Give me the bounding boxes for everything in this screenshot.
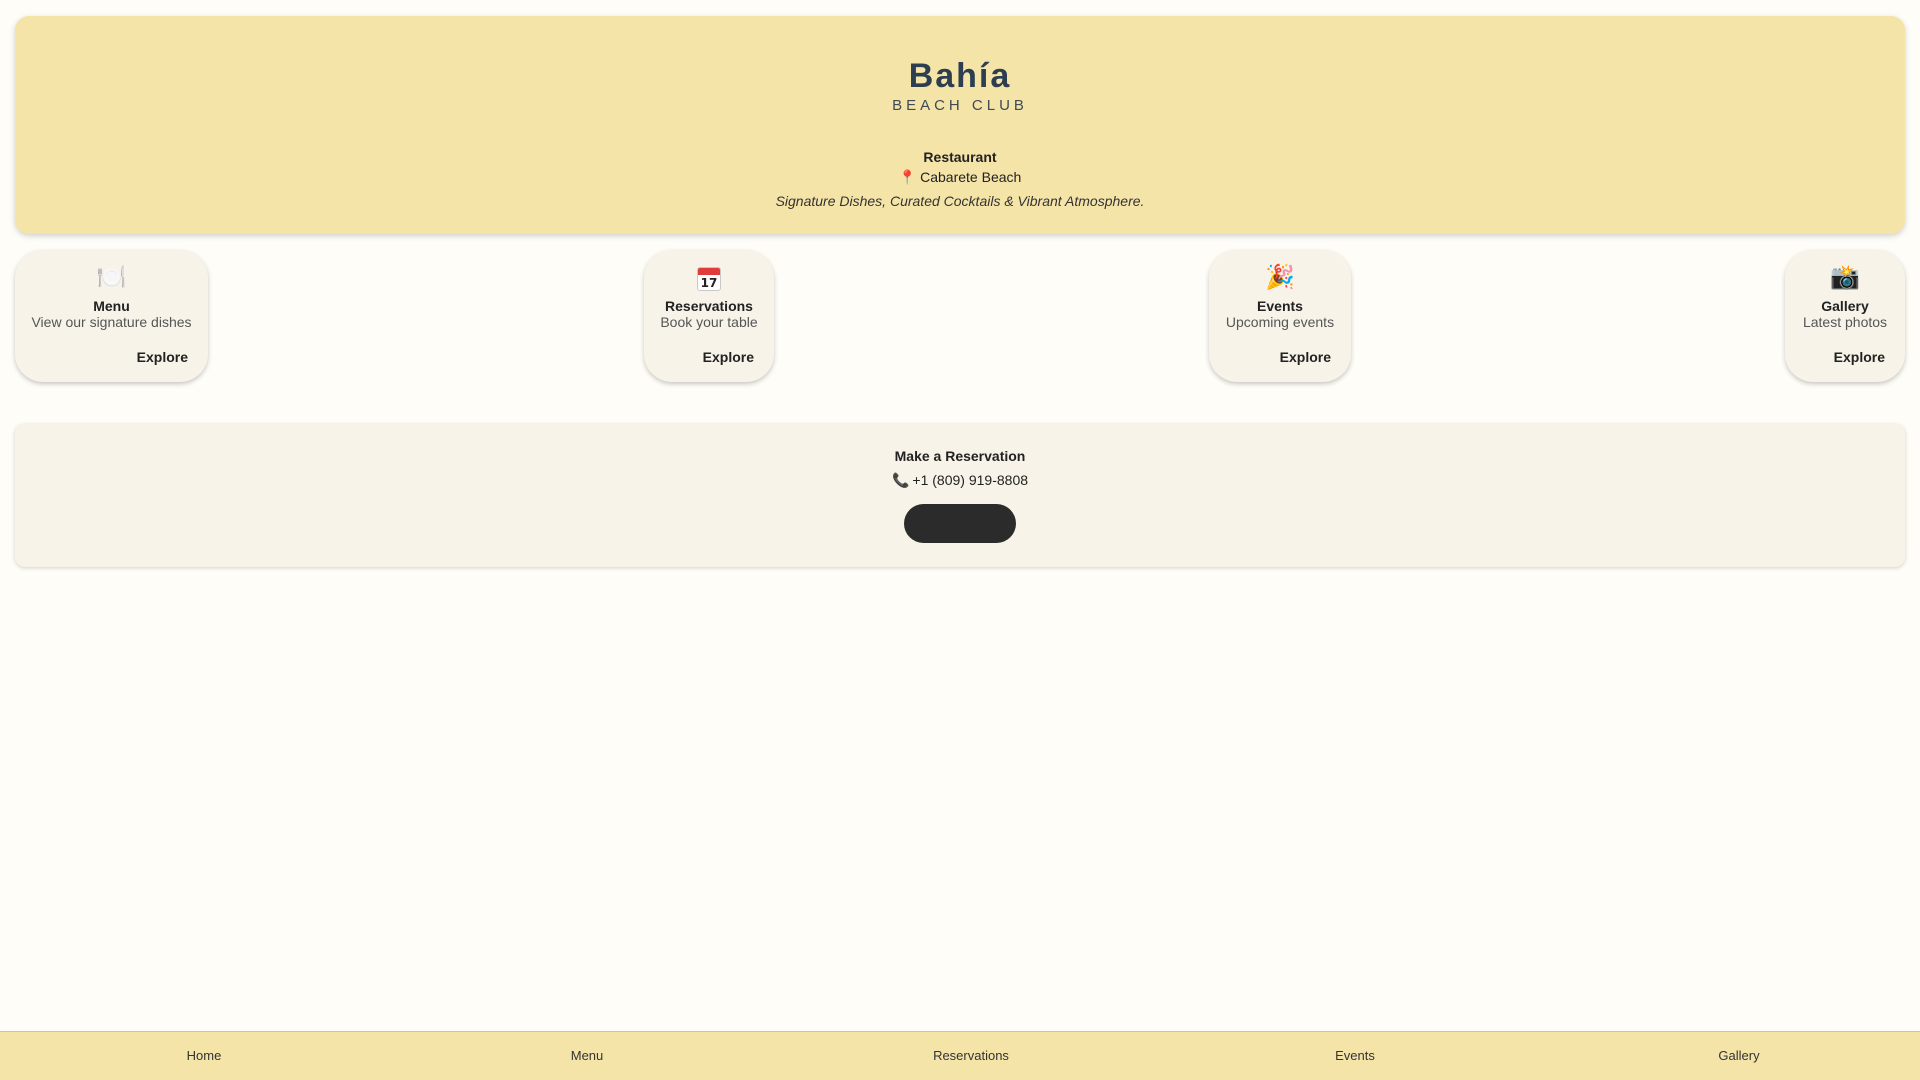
brand-name: Bahía bbox=[908, 57, 1012, 95]
nav-events[interactable]: Events bbox=[1255, 1032, 1455, 1080]
card-gallery[interactable]: 📸 Gallery Latest photos Explore bbox=[1785, 250, 1905, 382]
app-page: Bahía BEACH CLUB Restaurant 📍 Cabarete Be… bbox=[0, 0, 1920, 1080]
card-events[interactable]: 🎉 Events Upcoming events Explore bbox=[1209, 250, 1351, 382]
card-description: View our signature dishes bbox=[31, 314, 192, 330]
bottom-nav: Home Menu Reservations Events Gallery bbox=[0, 1031, 1920, 1080]
brand-subtitle: BEACH CLUB bbox=[892, 97, 1028, 114]
explore-link[interactable]: Explore bbox=[703, 349, 754, 365]
card-description: Latest photos bbox=[1802, 314, 1888, 330]
card-description: Book your table bbox=[660, 314, 758, 330]
explore-link[interactable]: Explore bbox=[1834, 349, 1885, 365]
explore-link[interactable]: Explore bbox=[1280, 349, 1331, 365]
location-text: Cabarete Beach bbox=[920, 169, 1022, 185]
venue-location: 📍 Cabarete Beach bbox=[15, 169, 1905, 186]
phone-number: +1 (809) 919-8808 bbox=[912, 472, 1029, 488]
card-reservations[interactable]: 17 Reservations Book your table Explore bbox=[644, 250, 774, 382]
party-popper-icon: 🎉 bbox=[1265, 264, 1295, 291]
nav-home[interactable]: Home bbox=[104, 1032, 304, 1080]
nav-gallery[interactable]: Gallery bbox=[1639, 1032, 1839, 1080]
phone-icon: 📞 bbox=[891, 472, 910, 488]
location-pin-icon: 📍 bbox=[898, 169, 917, 185]
hero-header: Bahía BEACH CLUB Restaurant 📍 Cabarete Be… bbox=[15, 16, 1905, 234]
explore-link[interactable]: Explore bbox=[137, 349, 188, 365]
reservation-phone[interactable]: 📞 +1 (809) 919-8808 bbox=[15, 472, 1905, 489]
reservation-title: Make a Reservation bbox=[894, 448, 1026, 464]
reserve-button[interactable] bbox=[904, 504, 1016, 543]
camera-icon: 📸 bbox=[1830, 264, 1860, 291]
card-menu[interactable]: 🍽️ Menu View our signature dishes Explor… bbox=[15, 250, 208, 382]
card-title: Events bbox=[1257, 298, 1303, 314]
reservation-panel: Make a Reservation 📞 +1 (809) 919-8808 bbox=[15, 424, 1905, 567]
card-title: Menu bbox=[93, 298, 130, 314]
plate-cutlery-icon: 🍽️ bbox=[96, 264, 127, 291]
calendar-icon: 17 bbox=[644, 264, 774, 292]
card-title: Gallery bbox=[1821, 298, 1869, 314]
card-title: Reservations bbox=[665, 298, 753, 314]
tagline: Signature Dishes, Curated Cocktails & Vi… bbox=[775, 193, 1145, 209]
nav-menu[interactable]: Menu bbox=[487, 1032, 687, 1080]
card-description: Upcoming events bbox=[1225, 314, 1335, 330]
venue-type: Restaurant bbox=[923, 149, 997, 165]
nav-reservations[interactable]: Reservations bbox=[871, 1032, 1071, 1080]
